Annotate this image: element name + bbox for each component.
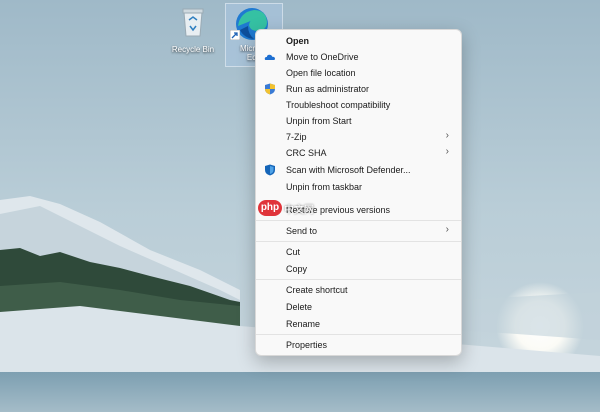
menu-separator	[256, 334, 461, 335]
menu-item-run-as-administrator[interactable]: Run as administrator	[260, 81, 457, 97]
menu-item-crc-sha[interactable]: CRC SHA ›	[260, 145, 457, 161]
menu-item-cut[interactable]: Cut	[260, 244, 457, 260]
menu-item-label: Unpin from taskbar	[286, 182, 363, 192]
recycle-bin-shortcut[interactable]: Recycle Bin	[165, 3, 221, 65]
uac-shield-icon	[265, 83, 275, 95]
desktop: Recycle Bin Microso Edg Open Move to One…	[0, 0, 600, 412]
menu-item-troubleshoot-compatibility[interactable]: Troubleshoot compatibility	[260, 97, 457, 113]
menu-separator	[256, 241, 461, 242]
menu-item-label: Rename	[286, 319, 321, 329]
recycle-bin-icon	[182, 8, 204, 37]
menu-item-label: Properties	[286, 340, 328, 350]
menu-item-delete[interactable]: Delete	[260, 299, 457, 315]
menu-item-label: Open file location	[286, 68, 356, 78]
menu-separator	[256, 220, 461, 221]
menu-item-label: Send to	[286, 226, 318, 236]
menu-item-send-to[interactable]: Send to ›	[260, 223, 457, 239]
menu-item-label: Cut	[286, 247, 301, 257]
menu-item-label: Unpin from Start	[286, 116, 352, 126]
chevron-right-icon: ›	[445, 224, 449, 235]
recycle-bin-label: Recycle Bin	[171, 45, 215, 54]
menu-item-scan-with-defender[interactable]: Scan with Microsoft Defender...	[260, 162, 457, 178]
defender-shield-icon	[265, 164, 275, 176]
menu-item-label: Troubleshoot compatibility	[286, 100, 391, 110]
menu-item-label: Move to OneDrive	[286, 52, 359, 62]
menu-item-label: Copy	[286, 264, 308, 274]
watermark-badge: php	[258, 200, 282, 216]
onedrive-cloud-icon	[264, 54, 275, 60]
menu-item-label: Scan with Microsoft Defender...	[286, 165, 411, 175]
menu-item-7zip[interactable]: 7-Zip ›	[260, 129, 457, 145]
menu-item-label: Delete	[286, 302, 313, 312]
menu-item-label: Create shortcut	[286, 285, 348, 295]
menu-item-create-shortcut[interactable]: Create shortcut	[260, 282, 457, 298]
menu-item-open-file-location[interactable]: Open file location	[260, 65, 457, 81]
watermark-logo: php 中文网	[258, 200, 320, 216]
chevron-right-icon: ›	[445, 130, 449, 141]
watermark-text: 中文网	[284, 205, 314, 216]
menu-item-copy[interactable]: Copy	[260, 261, 457, 277]
menu-item-unpin-from-taskbar[interactable]: Unpin from taskbar	[260, 179, 457, 195]
context-menu: Open Move to OneDrive Open file location…	[255, 29, 462, 356]
menu-item-unpin-from-start[interactable]: Unpin from Start	[260, 113, 457, 129]
menu-item-label: 7-Zip	[286, 132, 307, 142]
chevron-right-icon: ›	[445, 146, 449, 157]
menu-item-label: CRC SHA	[286, 148, 327, 158]
shortcut-arrow-icon	[230, 30, 240, 40]
menu-item-label: Run as administrator	[286, 84, 370, 94]
menu-item-move-to-onedrive[interactable]: Move to OneDrive	[260, 49, 457, 65]
menu-item-open[interactable]: Open	[260, 33, 457, 49]
menu-item-properties[interactable]: Properties	[260, 337, 457, 353]
menu-item-rename[interactable]: Rename	[260, 316, 457, 332]
menu-separator	[256, 279, 461, 280]
menu-item-label: Open	[286, 36, 310, 46]
